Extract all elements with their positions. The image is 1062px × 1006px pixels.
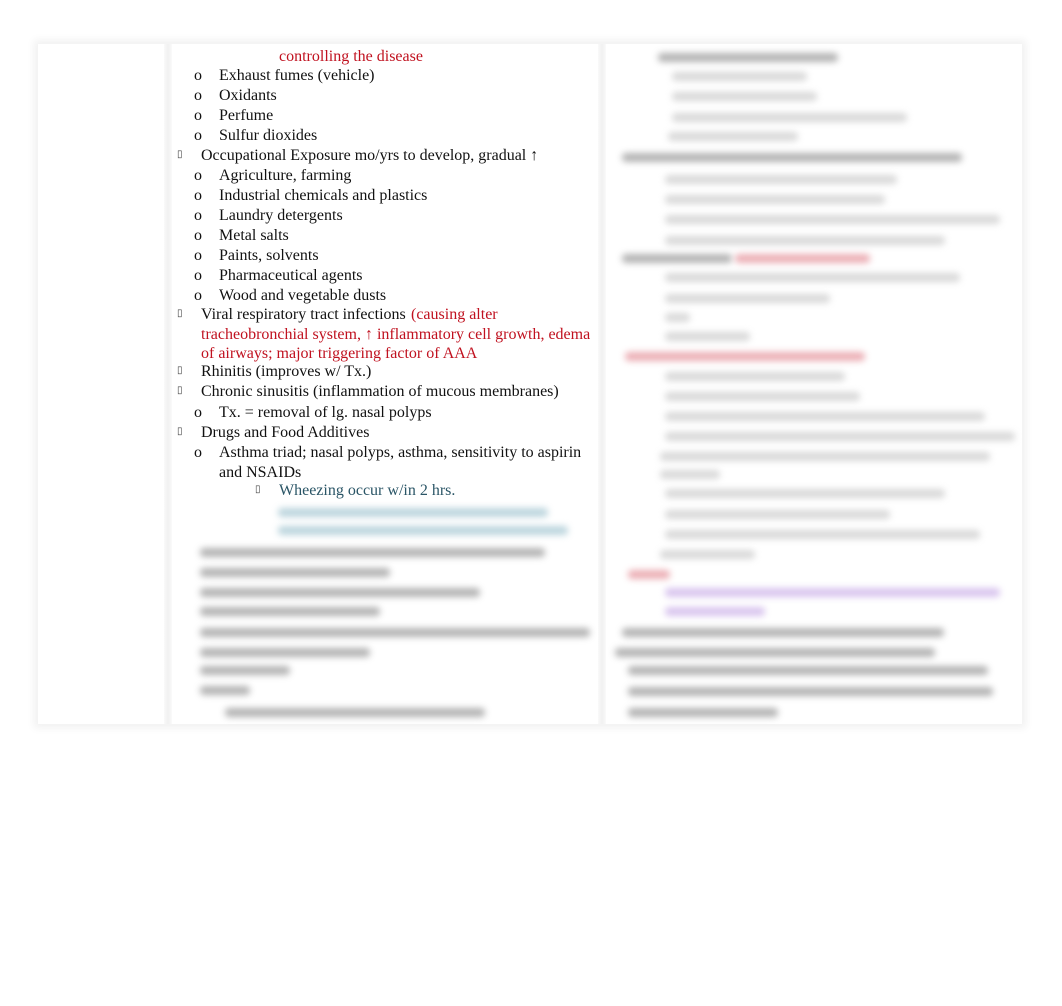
list-item: Pharmaceutical agents — [219, 267, 363, 284]
viral-note: tracheobronchial system, ↑ inflammatory … — [201, 326, 591, 343]
sub-bullet-icon: o — [194, 207, 202, 224]
sub-bullet-icon: o — [194, 107, 202, 124]
table-column-divider — [164, 44, 172, 724]
continuation-text: controlling the disease — [279, 48, 423, 65]
viral-note: (causing alter — [411, 306, 498, 323]
list-item: Industrial chemicals and plastics — [219, 187, 428, 204]
section-heading-viral: Viral respiratory tract infections — [201, 306, 406, 323]
sub-bullet-icon: o — [194, 127, 202, 144]
list-item: Sulfur dioxides — [219, 127, 318, 144]
viral-note: of airways; major triggering factor of A… — [201, 345, 478, 362]
section-heading-sinusitis: Chronic sinusitis (inflammation of mucou… — [201, 383, 559, 400]
bullet-icon: ▯ — [177, 149, 183, 160]
sub-bullet-icon: o — [194, 444, 202, 461]
section-heading-drugs: Drugs and Food Additives — [201, 424, 370, 441]
sub-bullet-icon: o — [194, 404, 202, 421]
list-item: Agriculture, farming — [219, 167, 352, 184]
list-item: Wood and vegetable dusts — [219, 287, 387, 304]
list-item: Oxidants — [219, 87, 277, 104]
sub-bullet-icon: o — [194, 247, 202, 264]
bullet-icon: ▯ — [177, 365, 183, 376]
bullet-icon: ▯ — [177, 426, 183, 437]
section-heading-occupational: Occupational Exposure mo/yrs to develop,… — [201, 147, 539, 164]
sub-bullet-icon: o — [194, 167, 202, 184]
list-item: Exhaust fumes (vehicle) — [219, 67, 375, 84]
table-column-divider — [598, 44, 606, 724]
sub-bullet-icon: o — [194, 67, 202, 84]
bullet-icon: ▯ — [177, 308, 183, 319]
sub-bullet-icon: o — [194, 87, 202, 104]
list-item: Metal salts — [219, 227, 289, 244]
sub-bullet-icon: o — [194, 287, 202, 304]
list-item: Perfume — [219, 107, 274, 124]
list-item-continuation: and NSAIDs — [219, 464, 302, 481]
sub-bullet-icon: o — [194, 227, 202, 244]
list-item: Paints, solvents — [219, 247, 319, 264]
bullet-icon: ▯ — [255, 484, 261, 495]
list-item: Tx. = removal of lg. nasal polyps — [219, 404, 432, 421]
list-item: Laundry detergents — [219, 207, 343, 224]
sub-bullet-icon: o — [194, 187, 202, 204]
list-item: Asthma triad; nasal polyps, asthma, sens… — [219, 444, 582, 461]
sub-bullet-icon: o — [194, 267, 202, 284]
bullet-icon: ▯ — [177, 385, 183, 396]
wheezing-note: Wheezing occur w/in 2 hrs. — [279, 482, 456, 499]
section-heading-rhinitis: Rhinitis (improves w/ Tx.) — [201, 363, 372, 380]
